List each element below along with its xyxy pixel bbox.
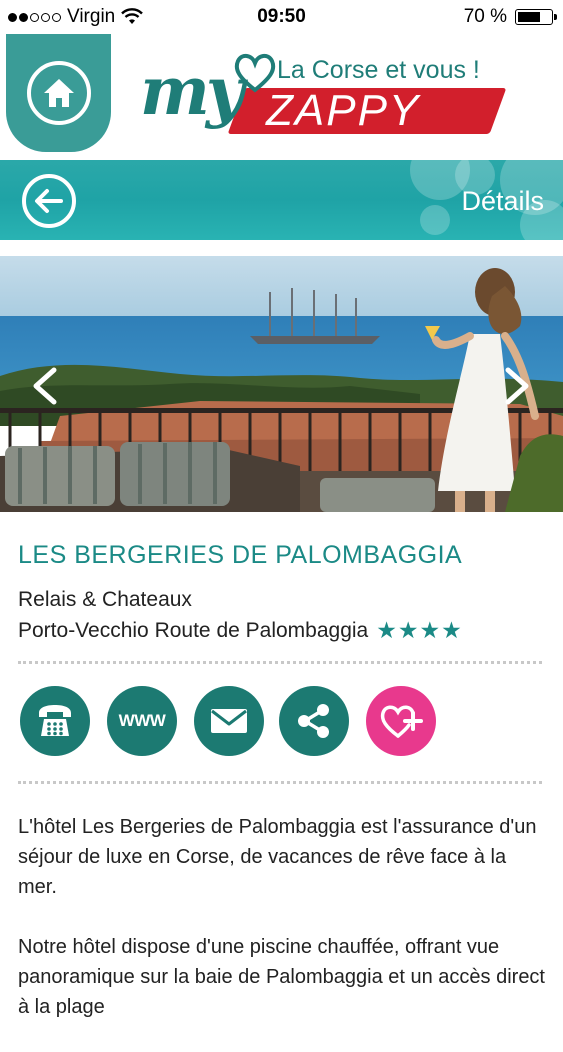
- decor-bubble: [420, 205, 450, 235]
- back-arrow-icon: [35, 189, 63, 213]
- website-button[interactable]: WWW: [107, 686, 177, 756]
- listing-address-row: Porto-Vecchio Route de Palombaggia ★★★★: [18, 617, 463, 644]
- logo: my La Corse et vous ! ZAPPY: [140, 48, 510, 148]
- logo-brand: ZAPPY: [266, 86, 421, 135]
- www-icon: WWW: [118, 711, 166, 730]
- email-button[interactable]: [194, 686, 264, 756]
- chevron-right-icon[interactable]: [500, 366, 534, 406]
- star-rating: ★★★★: [376, 617, 463, 643]
- divider: [18, 781, 542, 784]
- battery-icon: [515, 9, 557, 25]
- page-title: Détails: [461, 186, 544, 216]
- hotel-photo: [0, 256, 563, 512]
- divider: [18, 661, 542, 664]
- description-paragraph: L'hôtel Les Bergeries de Palombaggia est…: [18, 816, 537, 898]
- listing-title: LES BERGERIES DE PALOMBAGGIA: [18, 541, 463, 569]
- envelope-icon: [211, 709, 247, 733]
- share-button[interactable]: [279, 686, 349, 756]
- chevron-left-icon[interactable]: [28, 366, 62, 406]
- share-icon: [298, 704, 329, 738]
- phone-button[interactable]: [20, 686, 90, 756]
- detail-toolbar: Détails: [0, 160, 563, 240]
- battery-group: 70 %: [463, 6, 557, 28]
- heart-plus-icon: [380, 705, 423, 738]
- home-icon: [26, 61, 91, 125]
- listing-category: Relais & Chateaux: [18, 588, 192, 611]
- app-header: my La Corse et vous ! ZAPPY: [0, 34, 563, 160]
- battery-percent: 70 %: [463, 6, 507, 27]
- home-button[interactable]: [6, 34, 111, 152]
- listing-address: Porto-Vecchio Route de Palombaggia: [18, 618, 369, 642]
- listing-description: L'hôtel Les Bergeries de Palombaggia est…: [18, 812, 548, 1052]
- logo-my: my: [140, 52, 244, 130]
- back-button[interactable]: [22, 174, 76, 228]
- action-buttons: WWW: [20, 686, 450, 756]
- status-bar: Virgin 09:50 70 %: [0, 0, 563, 34]
- phone-icon: [39, 705, 71, 736]
- photo-carousel[interactable]: [0, 256, 563, 512]
- logo-tagline: La Corse et vous !: [277, 56, 480, 84]
- description-paragraph: Notre hôtel dispose d'une piscine chauff…: [18, 936, 545, 1018]
- favorite-button[interactable]: [366, 686, 436, 756]
